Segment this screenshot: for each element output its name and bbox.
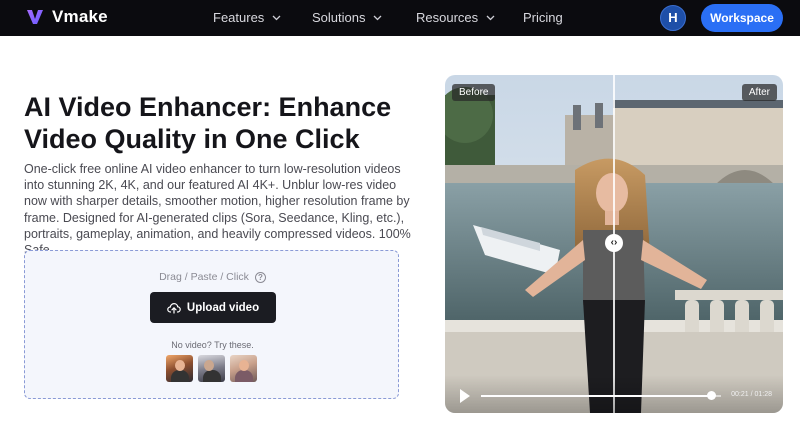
brand-logo[interactable]: Vmake bbox=[26, 8, 108, 26]
chevron-down-icon bbox=[374, 15, 382, 21]
sample-video-thumbnail[interactable] bbox=[230, 355, 257, 382]
help-icon[interactable]: ? bbox=[254, 271, 266, 283]
nav-label: Solutions bbox=[312, 10, 366, 25]
cloud-upload-icon bbox=[167, 302, 181, 314]
brand-name: Vmake bbox=[52, 7, 108, 26]
user-avatar[interactable]: H bbox=[660, 5, 686, 31]
chevron-down-icon bbox=[486, 15, 495, 21]
progress-track[interactable] bbox=[481, 391, 721, 400]
title-line-1: AI Video Enhancer: Enhance bbox=[24, 92, 392, 122]
progress-knob[interactable] bbox=[707, 391, 717, 400]
video-timestamp: 00:21 / 01:28 bbox=[731, 391, 772, 398]
before-after-video-preview[interactable]: Before After ‹› 00:21 / 01:28 bbox=[445, 75, 783, 413]
upload-dropzone[interactable]: Drag / Paste / Click ? Upload video No v… bbox=[24, 250, 399, 399]
vmake-logo-icon bbox=[27, 10, 43, 24]
top-navigation-bar: Vmake Features Solutions Resources Prici… bbox=[0, 0, 800, 36]
video-controls: 00:21 / 01:28 bbox=[445, 375, 783, 413]
compare-slider-handle[interactable]: ‹› bbox=[605, 234, 623, 252]
upload-hint: Drag / Paste / Click ? bbox=[25, 271, 400, 283]
nav-label: Resources bbox=[416, 10, 479, 25]
chevron-down-icon bbox=[272, 15, 281, 21]
page-title: AI Video Enhancer: Enhance Video Quality… bbox=[24, 91, 424, 155]
title-line-2: Video Quality in One Click bbox=[24, 124, 360, 154]
play-icon[interactable] bbox=[460, 389, 470, 403]
nav-item-pricing[interactable]: Pricing bbox=[523, 11, 563, 25]
upload-video-button[interactable]: Upload video bbox=[150, 292, 276, 323]
sample-video-thumbnail[interactable] bbox=[198, 355, 225, 382]
progress-fill bbox=[481, 395, 712, 397]
nav-item-solutions[interactable]: Solutions bbox=[312, 11, 382, 25]
sample-videos bbox=[166, 355, 257, 382]
before-label: Before bbox=[452, 84, 496, 101]
after-label: After bbox=[741, 84, 777, 101]
upload-hint-text: Drag / Paste / Click bbox=[159, 271, 249, 283]
upload-button-label: Upload video bbox=[186, 301, 260, 314]
nav-item-resources[interactable]: Resources bbox=[416, 11, 495, 25]
nav-label: Pricing bbox=[523, 10, 563, 25]
hero-description: One-click free online AI video enhancer … bbox=[24, 162, 411, 257]
nav-item-features[interactable]: Features bbox=[213, 11, 281, 25]
no-video-text: No video? Try these. bbox=[171, 340, 254, 350]
workspace-button[interactable]: Workspace bbox=[701, 4, 783, 32]
sample-video-thumbnail[interactable] bbox=[166, 355, 193, 382]
nav-label: Features bbox=[213, 10, 265, 25]
